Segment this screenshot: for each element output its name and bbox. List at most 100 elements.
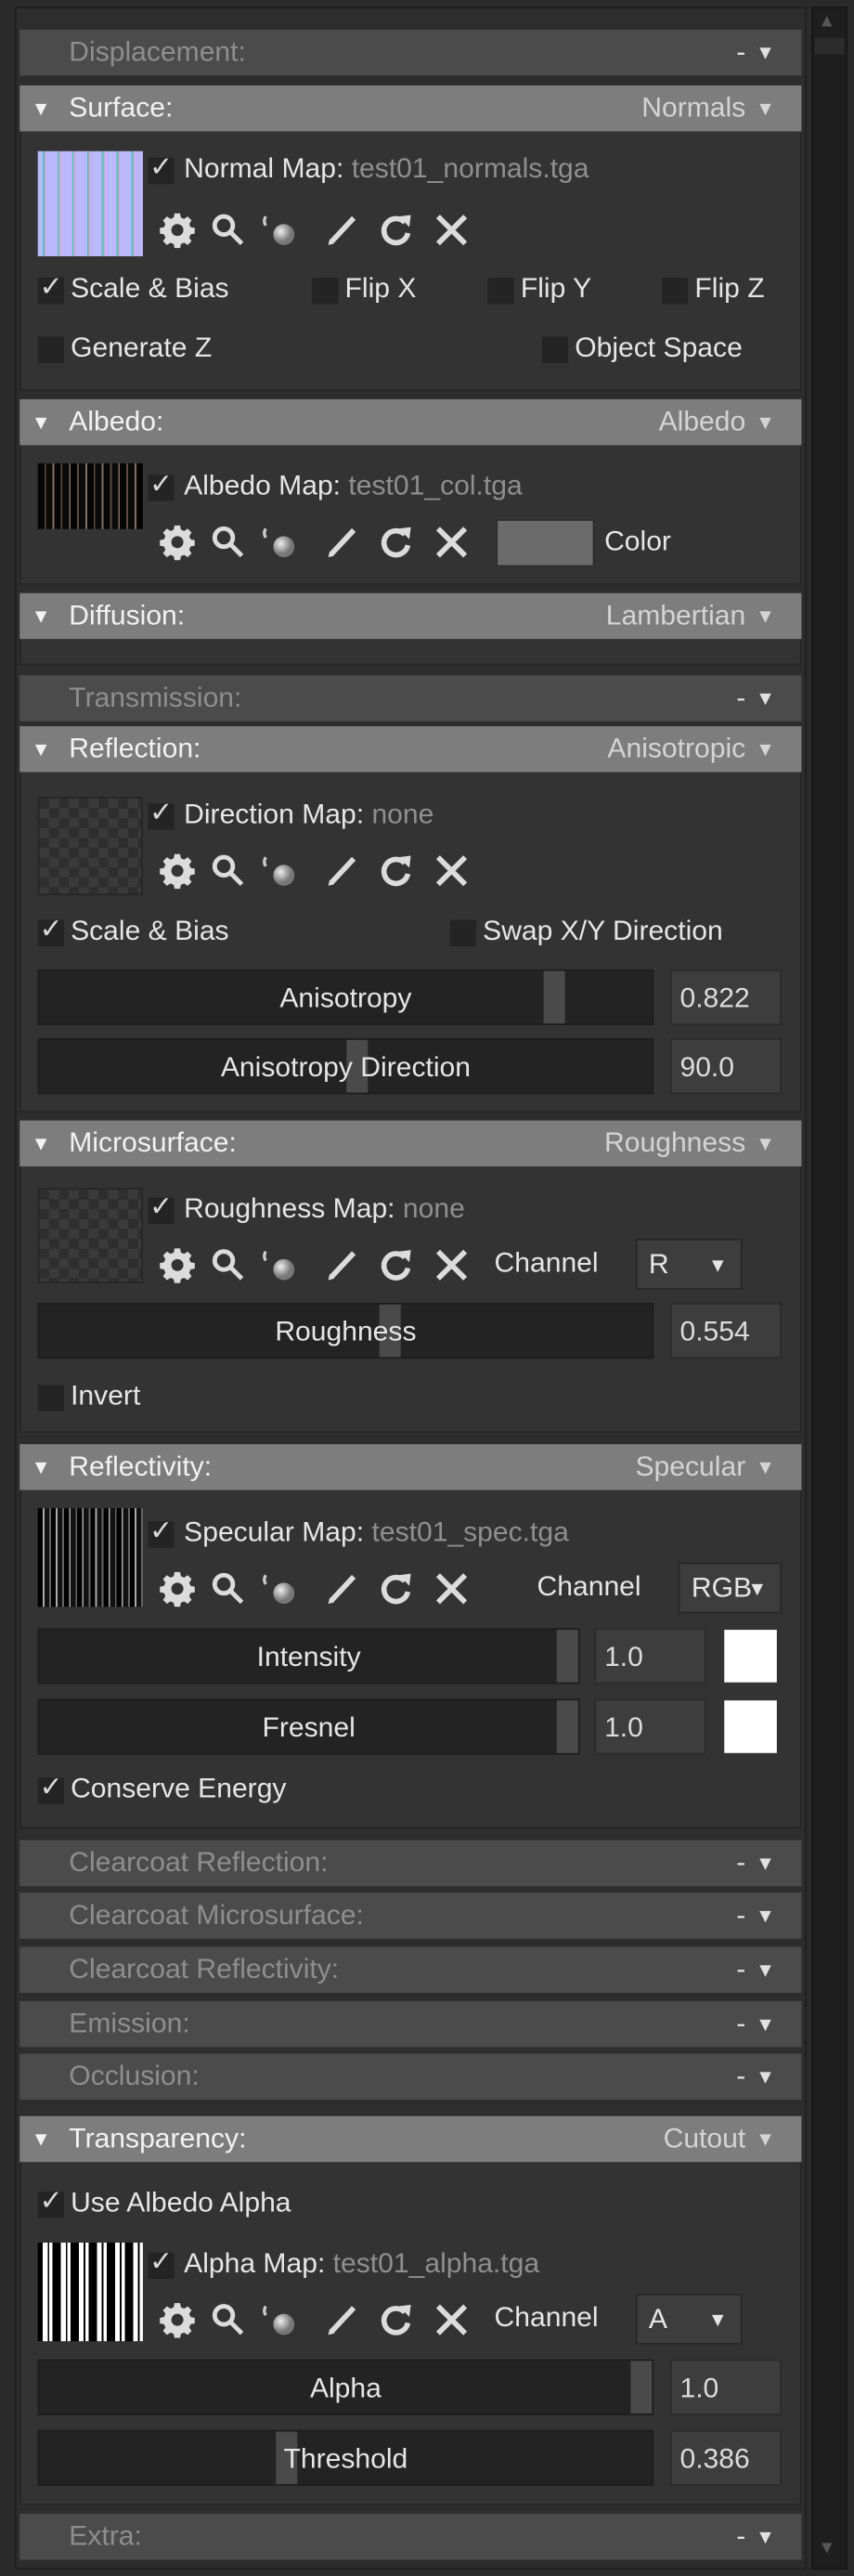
surface-option-2-checkbox[interactable] xyxy=(487,277,514,305)
surface-option-5-checkbox[interactable] xyxy=(541,336,569,363)
scroll-thumb[interactable] xyxy=(814,37,845,55)
clearcoat_reflection-section-header[interactable]: Clearcoat Reflection: - ▼ xyxy=(19,1840,802,1887)
reflectivity-color-swatch-1[interactable] xyxy=(724,1700,777,1753)
emission-mode-dropdown-value[interactable]: - xyxy=(736,2008,745,2040)
albedo-mode-dropdown-value[interactable]: Albedo xyxy=(659,406,746,438)
chevron-down-icon[interactable]: ▼ xyxy=(756,410,775,434)
transmission-mode-dropdown-value[interactable]: - xyxy=(736,682,745,714)
pencil-icon[interactable] xyxy=(325,524,361,563)
transparency-section-header[interactable]: ▼ Transparency: Cutout ▼ xyxy=(19,2115,802,2163)
scroll-up-arrow[interactable]: ▲ xyxy=(818,11,841,37)
reflectivity-color-swatch-0[interactable] xyxy=(724,1630,777,1683)
gear-icon[interactable] xyxy=(160,212,196,251)
gear-icon[interactable] xyxy=(160,852,196,891)
occlusion-section-header[interactable]: Occlusion: - ▼ xyxy=(19,2053,802,2101)
refresh-icon[interactable] xyxy=(378,852,414,891)
refresh-icon[interactable] xyxy=(378,1570,414,1609)
clearcoat_microsurface-section-header[interactable]: Clearcoat Microsurface: - ▼ xyxy=(19,1893,802,1939)
scroll-down-arrow[interactable]: ▼ xyxy=(818,2538,841,2564)
surface-map-enable-checkbox[interactable]: ✓ xyxy=(148,151,175,185)
scrollbar[interactable]: ▲ ▼ xyxy=(810,7,848,2570)
reflectivity-map-file[interactable]: test01_spec.tga xyxy=(371,1516,568,1548)
surface-option-4-checkbox[interactable] xyxy=(37,336,64,363)
transparency-map-thumbnail[interactable] xyxy=(37,2242,143,2342)
refresh-icon[interactable] xyxy=(378,212,414,251)
clearcoat_reflectivity-mode-dropdown-value[interactable]: - xyxy=(736,1954,745,1986)
reflectivity-mode-dropdown-value[interactable]: Specular xyxy=(635,1451,745,1483)
albedo-map-file[interactable]: test01_col.tga xyxy=(348,470,522,501)
chevron-down-icon[interactable]: ▼ xyxy=(756,2525,775,2548)
surface-section-header[interactable]: ▼ Surface: Normals ▼ xyxy=(19,85,802,132)
surface-map-file[interactable]: test01_normals.tga xyxy=(352,153,589,185)
surface-map-thumbnail[interactable] xyxy=(37,150,143,256)
transparency-slider-1[interactable]: Threshold xyxy=(37,2429,654,2486)
transparency-map-file[interactable]: test01_alpha.tga xyxy=(333,2247,539,2279)
microsurface-section-header[interactable]: ▼ Microsurface: Roughness ▼ xyxy=(19,1120,802,1167)
chevron-down-icon[interactable]: ▼ xyxy=(756,41,775,64)
material-sphere-icon[interactable] xyxy=(260,524,306,563)
occlusion-mode-dropdown-value[interactable]: - xyxy=(736,2061,745,2093)
surface-option-0-checkbox[interactable]: ✓ xyxy=(37,271,64,305)
expand-triangle-icon[interactable]: ▼ xyxy=(32,605,51,628)
clearcoat_reflectivity-section-header[interactable]: Clearcoat Reflectivity: - ▼ xyxy=(19,1946,802,1994)
transparency-slider-0[interactable]: Alpha xyxy=(37,2359,654,2415)
clearcoat_microsurface-mode-dropdown-value[interactable]: - xyxy=(736,1899,745,1932)
expand-triangle-icon[interactable]: ▼ xyxy=(32,1456,51,1479)
search-icon[interactable] xyxy=(210,1570,246,1609)
gear-icon[interactable] xyxy=(160,1570,196,1609)
reflectivity-slider-0[interactable]: Intensity xyxy=(37,1628,580,1685)
transparency-value-field-0[interactable]: 1.0 xyxy=(669,2359,783,2415)
chevron-down-icon[interactable]: ▼ xyxy=(756,687,775,710)
refresh-icon[interactable] xyxy=(378,524,414,563)
chevron-down-icon[interactable]: ▼ xyxy=(756,737,775,761)
refresh-icon[interactable] xyxy=(378,1247,414,1286)
reflection-value-field-1[interactable]: 90.0 xyxy=(669,1038,783,1095)
chevron-down-icon[interactable]: ▼ xyxy=(756,1958,775,1982)
reflectivity-map-thumbnail[interactable] xyxy=(37,1508,143,1607)
extra-section-header[interactable]: Extra: - ▼ xyxy=(19,2513,802,2560)
material-sphere-icon[interactable] xyxy=(260,1247,306,1286)
chevron-down-icon[interactable]: ▼ xyxy=(756,1456,775,1479)
material-sphere-icon[interactable] xyxy=(260,2302,306,2341)
close-icon[interactable] xyxy=(433,212,470,251)
albedo-map-thumbnail[interactable] xyxy=(37,462,143,529)
swap-xy-direction-checkbox[interactable] xyxy=(449,919,477,947)
chevron-down-icon[interactable]: ▼ xyxy=(756,2127,775,2151)
reflectivity-section-header[interactable]: ▼ Reflectivity: Specular ▼ xyxy=(19,1444,802,1490)
reflectivity-channel-dropdown[interactable]: RGB ▼ xyxy=(678,1562,783,1614)
microsurface-channel-dropdown[interactable]: R ▼ xyxy=(635,1238,743,1290)
expand-triangle-icon[interactable]: ▼ xyxy=(32,410,51,434)
albedo-color-swatch[interactable] xyxy=(496,519,595,567)
expand-triangle-icon[interactable]: ▼ xyxy=(32,737,51,761)
pencil-icon[interactable] xyxy=(325,852,361,891)
microsurface-map-thumbnail[interactable] xyxy=(37,1188,143,1283)
conserve-energy-checkbox[interactable]: ✓ xyxy=(37,1771,64,1804)
reflection-map-enable-checkbox[interactable]: ✓ xyxy=(148,797,175,830)
expand-triangle-icon[interactable]: ▼ xyxy=(32,2127,51,2151)
reflection-mode-dropdown-value[interactable]: Anisotropic xyxy=(607,733,745,765)
transparency-value-field-1[interactable]: 0.386 xyxy=(669,2429,783,2486)
reflection-map-thumbnail[interactable] xyxy=(37,797,143,896)
reflectivity-slider-1[interactable]: Fresnel xyxy=(37,1698,580,1755)
transmission-section-header[interactable]: Transmission: - ▼ xyxy=(19,675,802,722)
expand-triangle-icon[interactable]: ▼ xyxy=(32,1132,51,1155)
search-icon[interactable] xyxy=(210,852,246,891)
pencil-icon[interactable] xyxy=(325,1247,361,1286)
chevron-down-icon[interactable]: ▼ xyxy=(756,1852,775,1875)
close-icon[interactable] xyxy=(433,852,470,891)
reflection-map-file[interactable]: none xyxy=(371,799,433,830)
close-icon[interactable] xyxy=(433,524,470,563)
reflection-slider-1[interactable]: Anisotropy Direction xyxy=(37,1038,654,1095)
diffusion-section-header[interactable]: ▼ Diffusion: Lambertian ▼ xyxy=(19,592,802,640)
microsurface-value-field-0[interactable]: 0.554 xyxy=(669,1302,783,1360)
chevron-down-icon[interactable]: ▼ xyxy=(756,1905,775,1928)
close-icon[interactable] xyxy=(433,1570,470,1609)
chevron-down-icon[interactable]: ▼ xyxy=(756,97,775,120)
reflection-value-field-0[interactable]: 0.822 xyxy=(669,969,783,1025)
reflectivity-value-field-0[interactable]: 1.0 xyxy=(594,1628,706,1685)
pencil-icon[interactable] xyxy=(325,2302,361,2341)
displacement-mode-dropdown-value[interactable]: - xyxy=(736,36,745,69)
pencil-icon[interactable] xyxy=(325,212,361,251)
reflection-section-header[interactable]: ▼ Reflection: Anisotropic ▼ xyxy=(19,725,802,773)
gear-icon[interactable] xyxy=(160,524,196,563)
